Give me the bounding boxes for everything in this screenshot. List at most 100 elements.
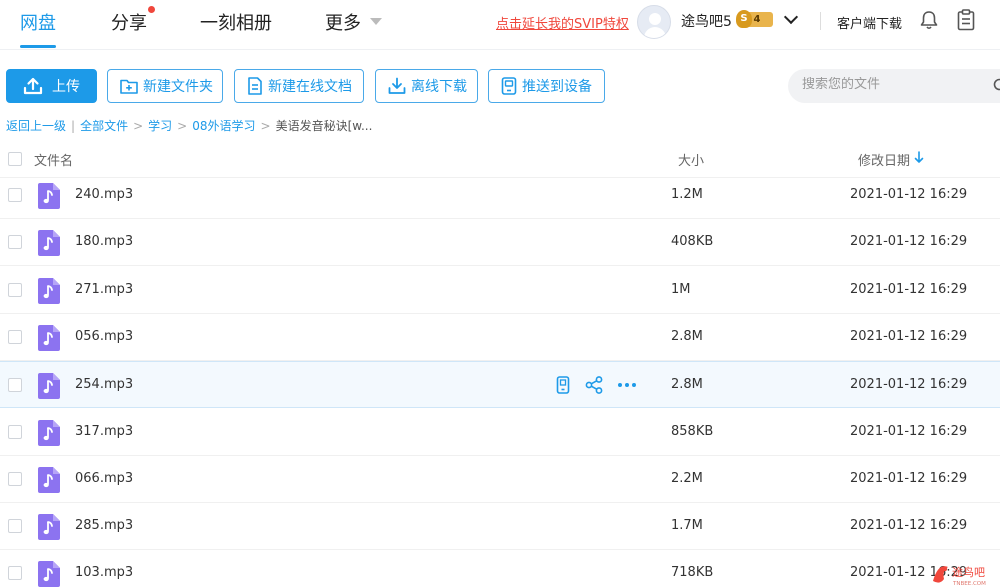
audio-file-icon — [38, 277, 60, 304]
new-folder-label: 新建文件夹 — [143, 79, 213, 95]
more-options-icon[interactable] — [617, 376, 637, 394]
client-download-link[interactable]: 客户端下载 — [837, 13, 902, 32]
document-icon — [248, 77, 262, 95]
upload-label: 上传 — [52, 79, 80, 95]
table-row[interactable]: 240.mp3 1.2M 2021-01-12 16:29 — [0, 172, 1000, 219]
table-row[interactable]: 103.mp3 718KB 2021-01-12 16:29 — [0, 550, 1000, 588]
file-modified-date: 2021-01-12 16:29 — [850, 187, 968, 202]
row-checkbox[interactable] — [8, 329, 22, 344]
file-modified-date: 2021-01-12 16:29 — [850, 234, 968, 250]
file-modified-date: 2021-01-12 16:29 — [850, 377, 968, 393]
breadcrumb-chevron-icon: > — [133, 119, 144, 133]
file-name[interactable]: 103.mp3 — [75, 565, 133, 580]
push-to-device-label: 推送到设备 — [522, 79, 592, 95]
table-row[interactable]: 056.mp3 2.8M 2021-01-12 16:29 — [0, 314, 1000, 361]
audio-file-icon — [38, 514, 60, 541]
file-size: 2.8M — [671, 328, 703, 344]
file-size: 2.2M — [671, 470, 703, 486]
tab-moments-album[interactable]: 一刻相册 — [200, 9, 272, 35]
table-row[interactable]: 254.mp3 2.8M 2021-01-12 16:29 — [0, 361, 1000, 409]
search-icon[interactable] — [993, 78, 1000, 94]
file-modified-date: 2021-01-12 16:29 — [850, 470, 968, 486]
file-size: 1.2M — [671, 187, 703, 202]
push-device-icon[interactable] — [555, 376, 571, 394]
row-checkbox[interactable] — [8, 471, 22, 486]
row-checkbox[interactable] — [8, 235, 22, 250]
breadcrumb-study[interactable]: 学习 — [148, 119, 172, 133]
breadcrumb-back[interactable]: 返回上一级 — [6, 119, 66, 133]
audio-file-icon — [38, 230, 60, 257]
breadcrumb-all-files[interactable]: 全部文件 — [80, 119, 128, 133]
audio-file-icon — [38, 324, 60, 351]
breadcrumb: 返回上一级 | 全部文件 > 学习 >08外语学习 > 美语发音秘诀[w... — [6, 117, 372, 134]
new-online-doc-label: 新建在线文档 — [268, 79, 352, 95]
file-modified-date: 2021-01-12 16:29 — [850, 328, 968, 344]
tab-share[interactable]: 分享 — [111, 9, 147, 35]
device-icon — [501, 77, 517, 95]
row-checkbox[interactable] — [8, 566, 22, 581]
sort-descending-icon[interactable] — [914, 150, 924, 164]
bell-icon[interactable] — [920, 10, 938, 30]
avatar[interactable] — [637, 5, 671, 39]
svip-renew-link[interactable]: 点击延长我的SVIP特权 — [496, 13, 629, 32]
file-name[interactable]: 066.mp3 — [75, 471, 133, 486]
row-checkbox[interactable] — [8, 424, 22, 439]
clipboard-icon[interactable] — [957, 9, 975, 31]
table-row[interactable]: 180.mp3 408KB 2021-01-12 16:29 — [0, 219, 1000, 267]
top-nav: 网盘 分享 一刻相册 更多 点击延长我的SVIP特权 途鸟吧5 4 客户端下载 — [0, 0, 1000, 50]
file-name[interactable]: 271.mp3 — [75, 282, 133, 297]
file-modified-date: 2021-01-12 16:29 — [850, 281, 968, 297]
column-header-name[interactable]: 文件名 — [34, 150, 73, 169]
audio-file-icon — [38, 373, 60, 400]
offline-download-button[interactable]: 离线下载 — [375, 69, 478, 103]
audio-file-icon — [38, 561, 60, 588]
column-header-size[interactable]: 大小 — [678, 150, 704, 169]
share-icon[interactable] — [585, 376, 603, 395]
watermark-name: 途鸟吧 — [952, 565, 985, 579]
file-modified-date: 2021-01-12 16:29 — [850, 518, 968, 534]
table-row[interactable]: 317.mp3 858KB 2021-01-12 16:29 — [0, 409, 1000, 456]
table-row[interactable]: 285.mp3 1.7M 2021-01-12 16:29 — [0, 503, 1000, 551]
new-folder-button[interactable]: 新建文件夹 — [107, 69, 223, 103]
row-checkbox[interactable] — [8, 188, 22, 202]
audio-file-icon — [38, 419, 60, 446]
breadcrumb-current: 美语发音秘诀[w... — [275, 119, 373, 133]
file-name[interactable]: 180.mp3 — [75, 234, 133, 249]
row-checkbox[interactable] — [8, 378, 22, 393]
new-folder-icon — [120, 79, 138, 94]
audio-file-icon — [38, 183, 60, 209]
more-caret-icon[interactable] — [370, 18, 382, 25]
push-to-device-button[interactable]: 推送到设备 — [488, 69, 605, 103]
row-actions — [555, 376, 637, 395]
table-row[interactable]: 271.mp3 1M 2021-01-12 16:29 — [0, 267, 1000, 314]
file-name[interactable]: 240.mp3 — [75, 187, 133, 202]
account-chevron-down-icon[interactable] — [783, 9, 799, 25]
row-checkbox[interactable] — [8, 519, 22, 534]
tab-more[interactable]: 更多 — [325, 9, 361, 35]
file-size: 1.7M — [671, 518, 703, 534]
file-name[interactable]: 317.mp3 — [75, 424, 133, 439]
offline-download-label: 离线下载 — [411, 79, 467, 95]
column-header-date[interactable]: 修改日期 — [858, 150, 910, 169]
file-size: 408KB — [671, 234, 714, 250]
search-input[interactable] — [802, 77, 982, 92]
upload-icon — [23, 77, 43, 95]
search-box — [788, 69, 1000, 103]
table-row[interactable]: 066.mp3 2.2M 2021-01-12 16:29 — [0, 456, 1000, 503]
file-size: 858KB — [671, 423, 714, 439]
file-size: 2.8M — [671, 377, 703, 393]
tab-netdisk[interactable]: 网盘 — [20, 9, 56, 48]
nav-divider — [820, 12, 821, 30]
file-name[interactable]: 056.mp3 — [75, 329, 133, 344]
breadcrumb-foreign-language[interactable]: 08外语学习 — [192, 119, 255, 133]
username[interactable]: 途鸟吧5 — [681, 11, 732, 31]
row-checkbox[interactable] — [8, 282, 22, 297]
new-online-doc-button[interactable]: 新建在线文档 — [234, 69, 364, 103]
file-name[interactable]: 285.mp3 — [75, 518, 133, 533]
breadcrumb-chevron-icon: > — [177, 119, 188, 133]
download-icon — [388, 77, 406, 94]
upload-button[interactable]: 上传 — [6, 69, 97, 103]
file-name[interactable]: 254.mp3 — [75, 377, 133, 392]
share-notification-dot — [148, 6, 155, 13]
select-all-checkbox[interactable] — [8, 152, 22, 166]
